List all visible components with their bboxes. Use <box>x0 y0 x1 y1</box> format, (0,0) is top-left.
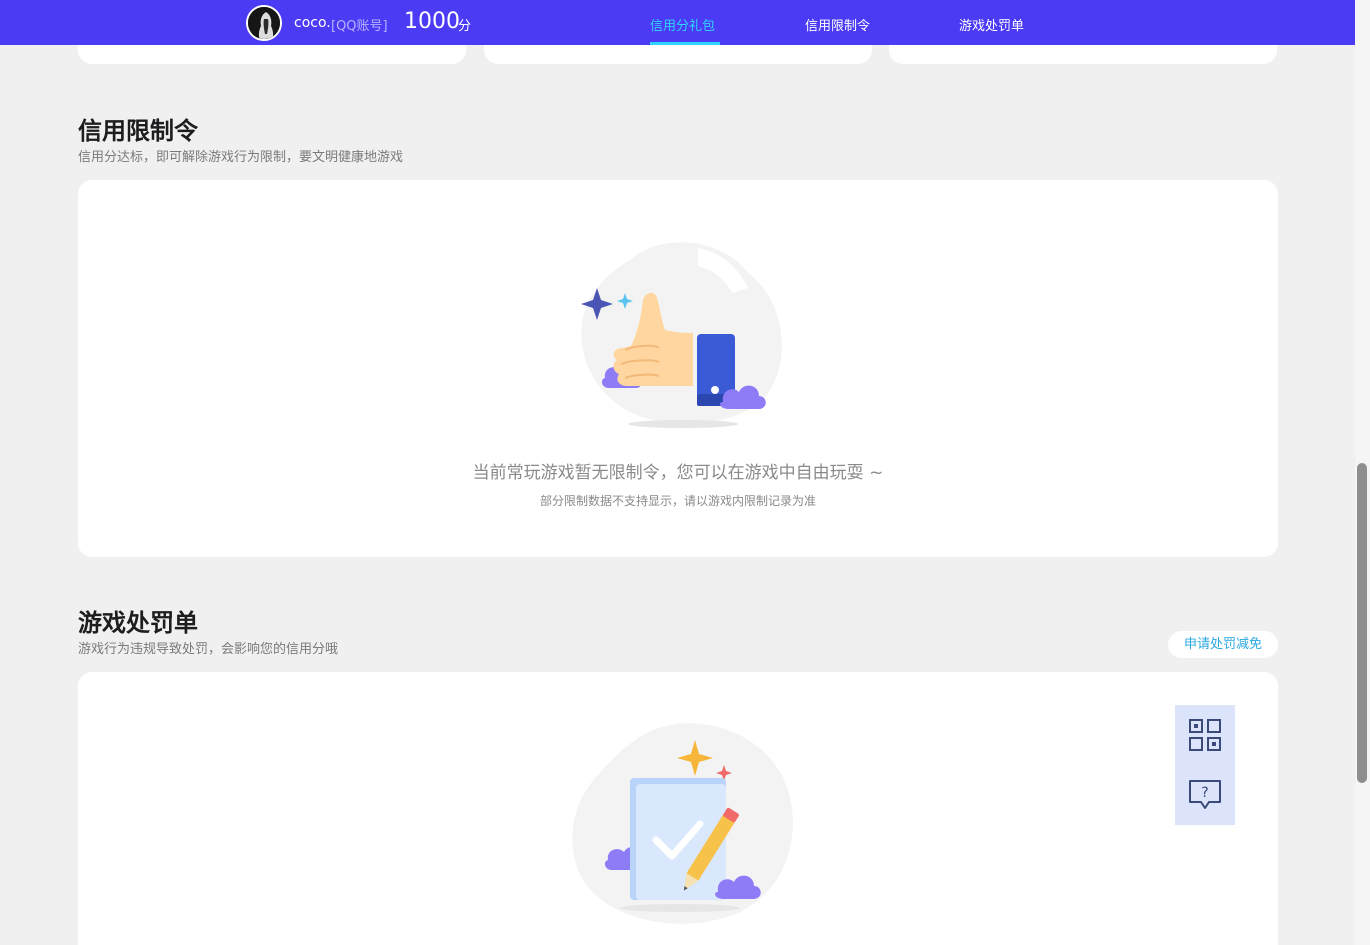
tab-game-penalty[interactable]: 游戏处罚单 <box>959 15 1024 34</box>
penalty-section-title: 游戏处罚单 <box>78 609 198 637</box>
restriction-empty-note: 部分限制数据不支持显示，请以游戏内限制记录为准 <box>539 494 816 508</box>
clipboard-check-illustration <box>572 723 793 924</box>
penalty-section-subtitle: 游戏行为违规导致处罚，会影响您的信用分哦 <box>78 642 339 657</box>
penalty-panel <box>78 672 1278 945</box>
username: coco. <box>294 15 331 31</box>
account-type: [QQ账号] <box>331 19 388 34</box>
restriction-section-title: 信用限制令 <box>78 117 198 145</box>
credit-score: 1000 <box>404 9 460 34</box>
help-chat-icon: ? <box>1189 780 1221 809</box>
restriction-section-subtitle: 信用分达标，即可解除游戏行为限制，要文明健康地游戏 <box>78 150 404 165</box>
help-feedback-button[interactable]: ? <box>1175 765 1235 825</box>
top-nav-bar: coco. [QQ账号] 1000 分 信用分礼包 信用限制令 游戏处罚单 <box>0 0 1355 45</box>
qrcode-icon <box>1189 719 1221 751</box>
avatar[interactable] <box>246 5 282 41</box>
tab-credit-restriction[interactable]: 信用限制令 <box>805 15 870 34</box>
restriction-empty-message: 当前常玩游戏暂无限制令，您可以在游戏中自由玩耍 ~ <box>472 463 884 483</box>
svg-text:?: ? <box>1201 785 1208 801</box>
restriction-panel: 当前常玩游戏暂无限制令，您可以在游戏中自由玩耍 ~ 部分限制数据不支持显示，请以… <box>78 180 1278 557</box>
scrollbar-thumb[interactable] <box>1357 463 1367 783</box>
qrcode-button[interactable] <box>1175 705 1235 765</box>
credit-score-unit: 分 <box>458 19 472 34</box>
apply-penalty-reduction-button[interactable]: 申请处罚减免 <box>1168 631 1278 658</box>
thumbs-up-illustration <box>581 242 782 428</box>
tab-credit-gift[interactable]: 信用分礼包 <box>650 15 715 34</box>
avatar-image <box>248 7 280 39</box>
active-tab-indicator <box>650 42 720 45</box>
